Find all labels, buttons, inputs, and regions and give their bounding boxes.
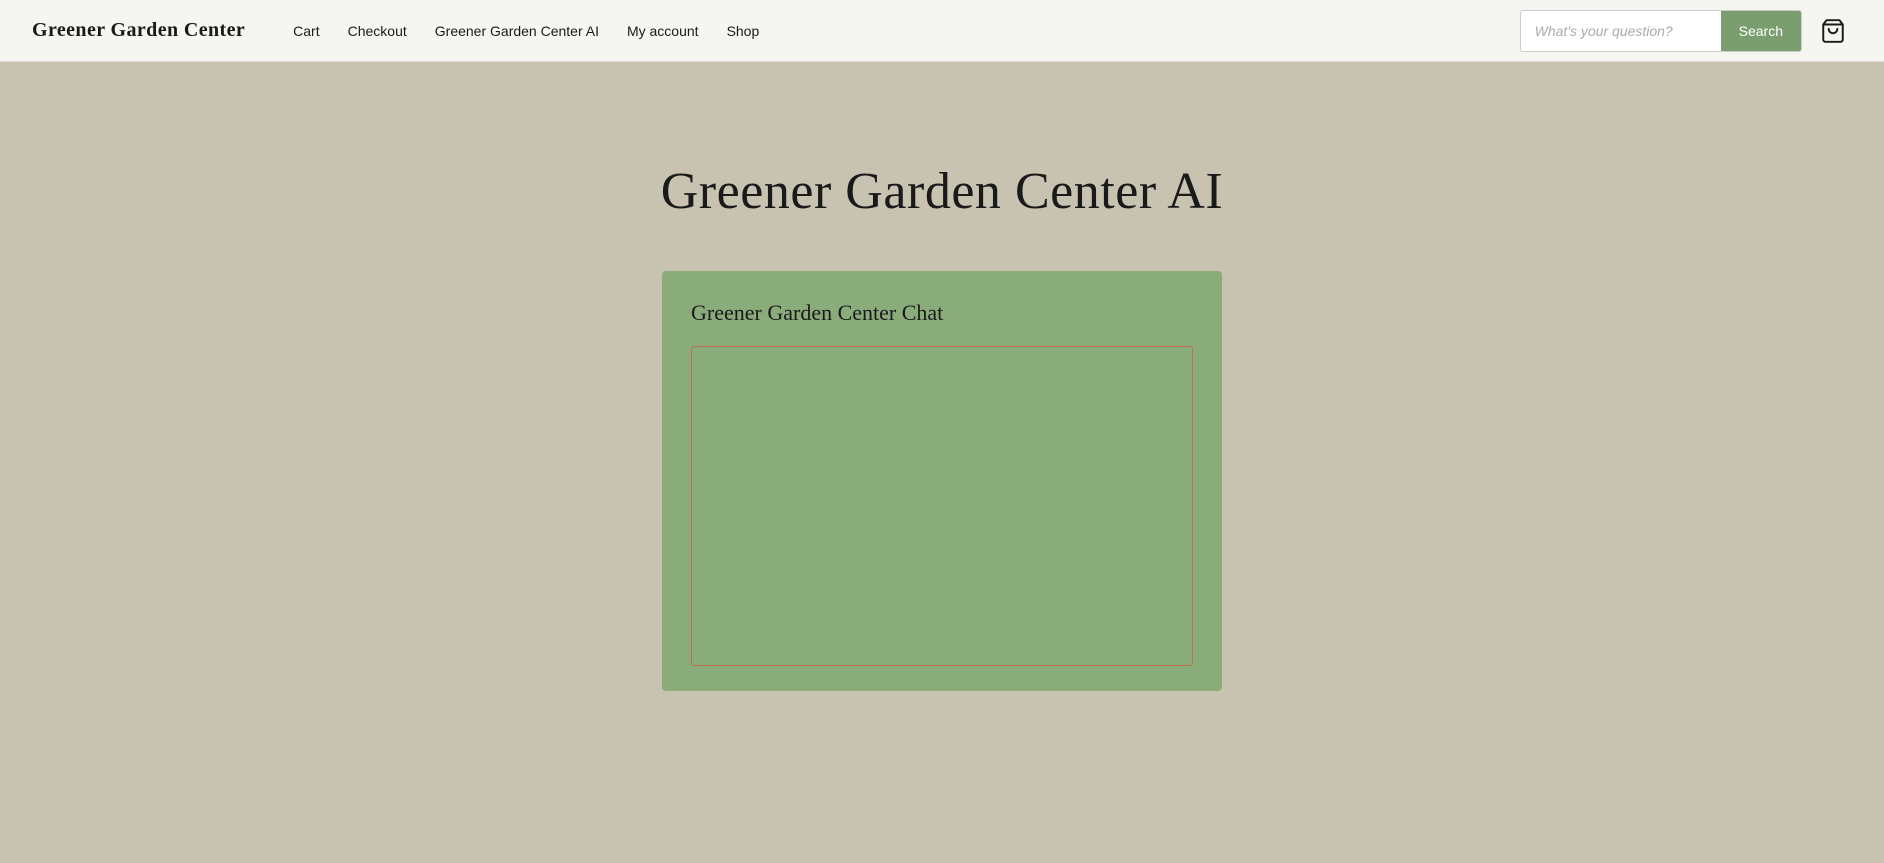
nav-link-checkout[interactable]: Checkout bbox=[348, 23, 407, 39]
cart-icon-button[interactable] bbox=[1814, 12, 1852, 50]
chat-container: Greener Garden Center Chat bbox=[662, 271, 1222, 691]
nav-links: Cart Checkout Greener Garden Center AI M… bbox=[293, 23, 759, 39]
main-content: Greener Garden Center AI Greener Garden … bbox=[0, 62, 1884, 862]
navbar: Greener Garden Center Cart Checkout Gree… bbox=[0, 0, 1884, 62]
navbar-right: Search bbox=[1520, 10, 1852, 52]
nav-link-ai[interactable]: Greener Garden Center AI bbox=[435, 23, 599, 39]
nav-link-cart[interactable]: Cart bbox=[293, 23, 319, 39]
site-title: Greener Garden Center bbox=[32, 19, 245, 42]
chat-title: Greener Garden Center Chat bbox=[691, 300, 1193, 326]
search-container: Search bbox=[1520, 10, 1802, 52]
nav-link-myaccount[interactable]: My account bbox=[627, 23, 699, 39]
page-title: Greener Garden Center AI bbox=[661, 162, 1224, 221]
chat-area[interactable] bbox=[691, 346, 1193, 666]
search-input[interactable] bbox=[1521, 11, 1721, 51]
search-button[interactable]: Search bbox=[1721, 11, 1801, 51]
navbar-left: Greener Garden Center Cart Checkout Gree… bbox=[32, 19, 759, 42]
nav-link-shop[interactable]: Shop bbox=[727, 23, 760, 39]
cart-icon bbox=[1820, 18, 1846, 44]
